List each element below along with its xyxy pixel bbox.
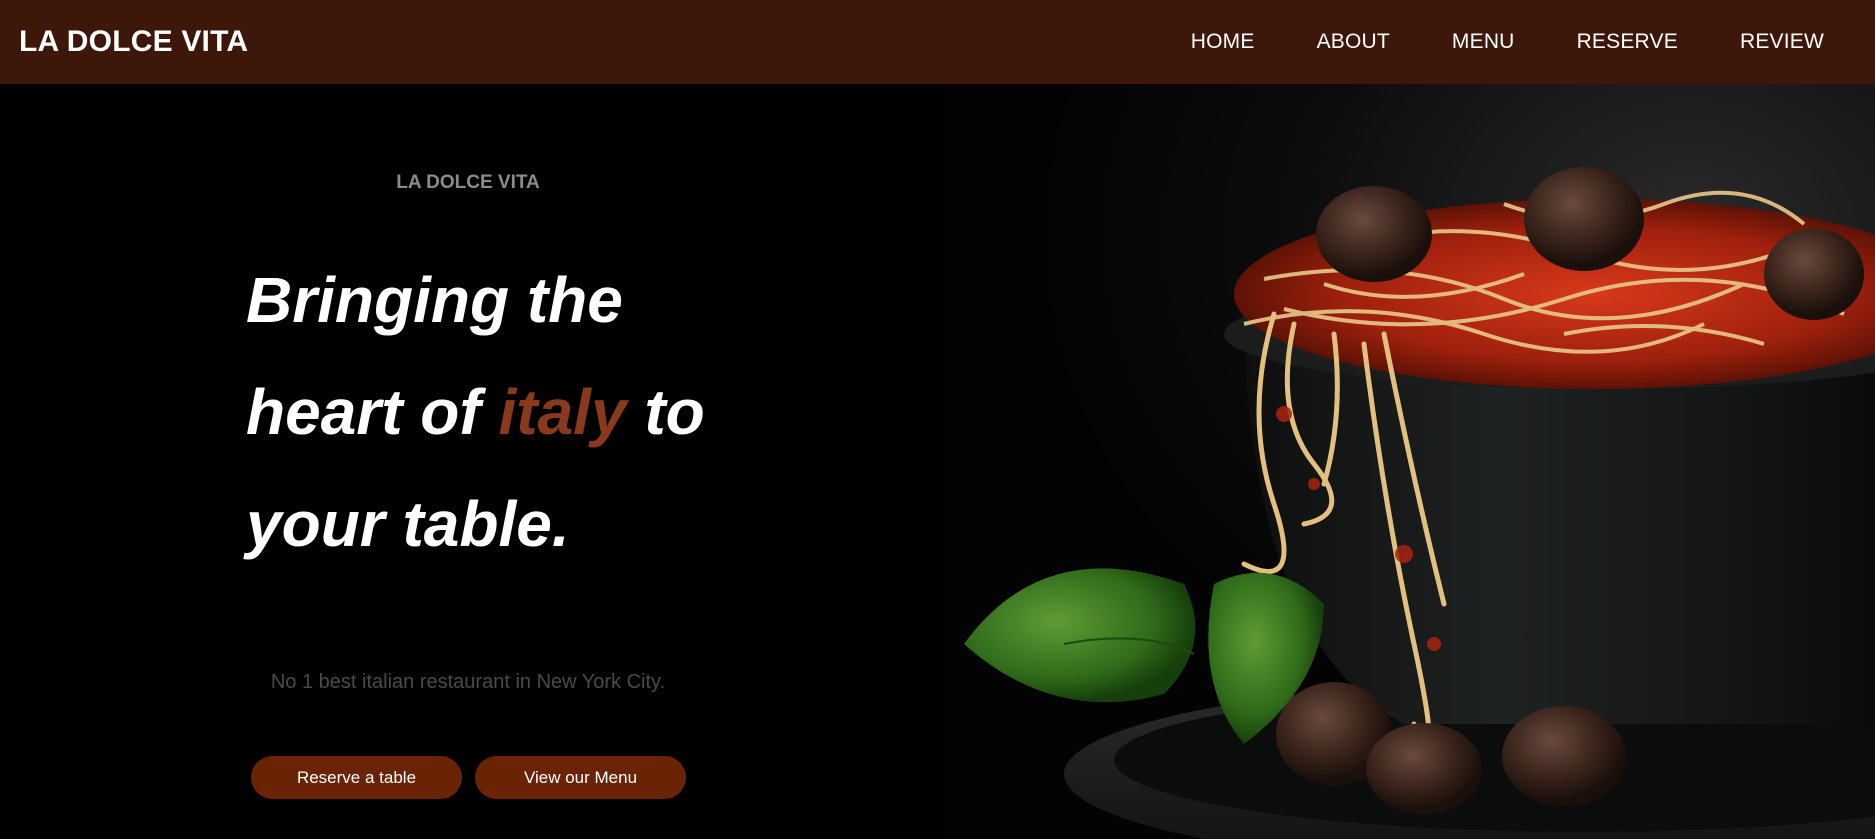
main-nav: HOME ABOUT MENU RESERVE REVIEW [1191,30,1824,54]
hero-food-image [944,84,1875,839]
spaghetti-meatballs-illustration [944,84,1875,839]
headline-line-1: Bringing the [246,264,623,336]
hero-section: LA DOLCE VITA Bringing the heart of ital… [0,84,1875,839]
nav-link-home[interactable]: HOME [1191,30,1255,54]
headline-line-2-post: to [626,376,705,448]
headline-line-2-pre: heart of [246,376,499,448]
hero-tagline: No 1 best italian restaurant in New York… [270,671,666,693]
nav-link-review[interactable]: REVIEW [1740,30,1824,54]
headline-line-3: your table. [246,488,570,560]
headline-accent-word: italy [498,376,627,448]
hero-headline: Bringing the heart of italy to your tabl… [246,244,866,580]
nav-link-menu[interactable]: MENU [1452,30,1515,54]
hero-eyebrow: LA DOLCE VITA [396,172,540,193]
nav-link-about[interactable]: ABOUT [1317,30,1390,54]
hero-text-panel: LA DOLCE VITA Bringing the heart of ital… [0,84,944,839]
brand-logo-text[interactable]: LA DOLCE VITA [19,25,248,59]
nav-link-reserve[interactable]: RESERVE [1577,30,1678,54]
hero-cta-group: Reserve a table View our Menu [251,756,699,799]
top-navbar: LA DOLCE VITA HOME ABOUT MENU RESERVE RE… [0,0,1875,84]
view-menu-button[interactable]: View our Menu [475,756,686,799]
reserve-table-button[interactable]: Reserve a table [251,756,462,799]
